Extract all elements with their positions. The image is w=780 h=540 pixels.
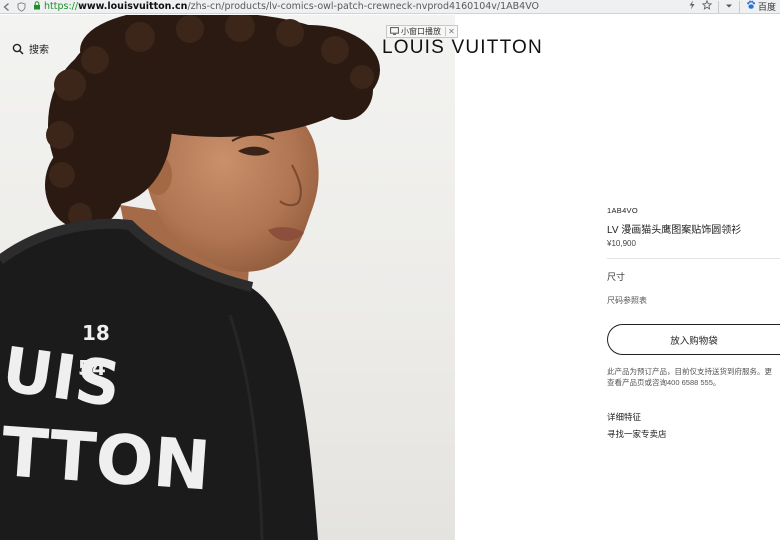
product-name: LV 漫画猫头鹰图案贴饰圆领衫 xyxy=(607,225,742,236)
product-price: ¥10,900 xyxy=(607,239,636,248)
product-panel: 1AB4VO LV 漫画猫头鹰图案贴饰圆领衫 ¥10,900 尺寸 尺码参照表 … xyxy=(607,0,780,540)
preorder-note-line1: 此产品为预订产品，目前仅支持送货到府服务。更 xyxy=(607,367,772,376)
url-host: www.louisvuitton.cn xyxy=(78,1,188,12)
url-scheme: https:// xyxy=(44,1,79,12)
product-sku: 1AB4VO xyxy=(607,206,638,215)
search-button[interactable]: 搜索 xyxy=(12,41,49,56)
preorder-note-line2: 查看产品页或咨询400 6588 555。 xyxy=(607,378,721,387)
close-icon[interactable]: ✕ xyxy=(445,27,457,36)
search-label: 搜索 xyxy=(29,45,49,56)
hero-image: UIS TTON 18 54 xyxy=(0,15,455,540)
brand-logo[interactable]: LOUIS VUITTON xyxy=(382,37,543,59)
size-guide-link[interactable]: 尺码参照表 xyxy=(607,295,647,306)
preorder-note: 此产品为预订产品，目前仅支持送货到府服务。更 查看产品页或咨询400 6588 … xyxy=(607,366,780,388)
shield-icon[interactable] xyxy=(14,0,28,14)
divider xyxy=(607,258,780,259)
search-icon xyxy=(12,43,24,55)
add-to-cart-button[interactable]: 放入购物袋 xyxy=(607,324,780,355)
mini-player-label: 小窗口播放 xyxy=(401,27,441,36)
back-icon[interactable] xyxy=(0,0,14,14)
tv-icon xyxy=(390,26,399,37)
url-path: /zhs-cn/products/lv-comics-owl-patch-cre… xyxy=(187,1,540,12)
sweater-print-line2: TTON xyxy=(0,413,213,506)
size-label: 尺寸 xyxy=(607,272,626,282)
sweater-print-year-bottom: 54 xyxy=(78,356,106,380)
lock-icon xyxy=(33,0,41,13)
address-bar[interactable]: https://www.louisvuitton.cn/zhs-cn/produ… xyxy=(28,0,688,13)
sweater-print-year-top: 18 xyxy=(82,321,110,345)
details-link[interactable]: 详细特征 xyxy=(607,411,641,423)
find-store-link[interactable]: 寻找一家专卖店 xyxy=(607,428,667,440)
